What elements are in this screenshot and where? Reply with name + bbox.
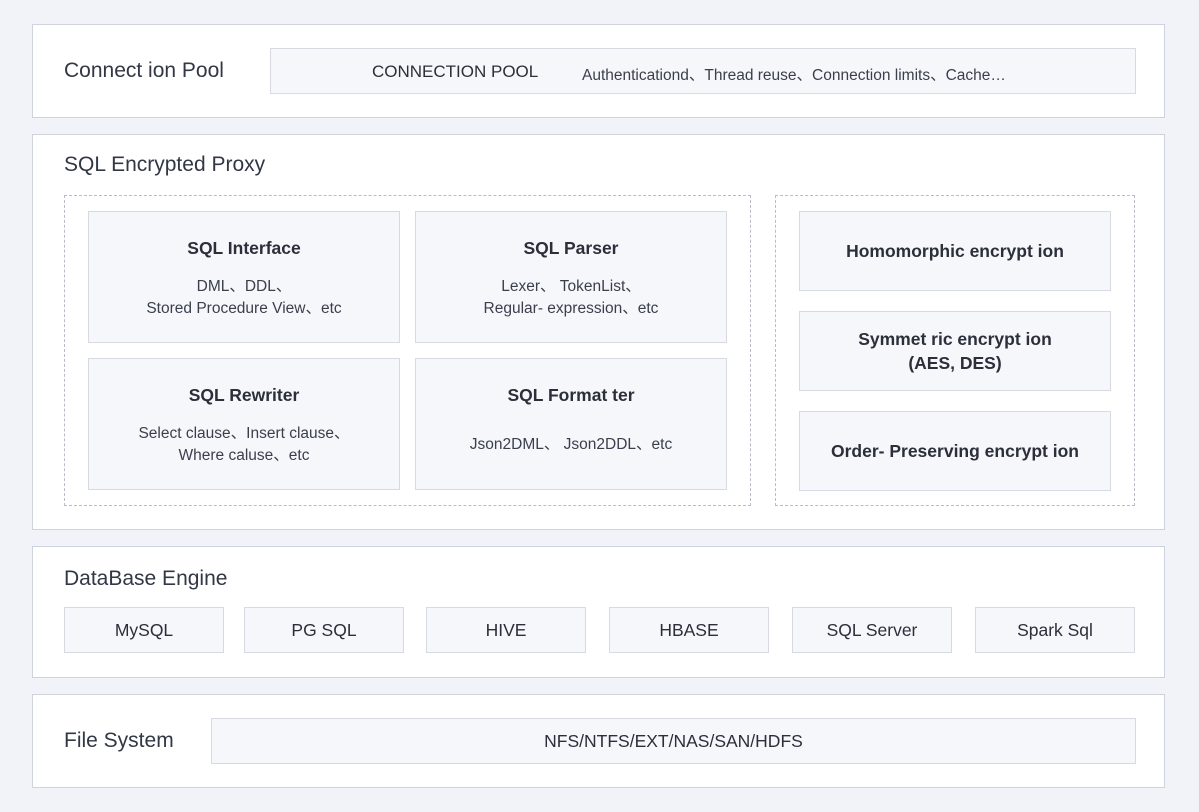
sql-formatter-module: SQL Format ter Json2DML、 Json2DDL、etc <box>415 358 727 490</box>
module-description: Select clause、Insert clause、 Where calus… <box>89 423 399 467</box>
module-desc-line: Lexer、 TokenList、 <box>501 278 641 295</box>
engine-mysql: MySQL <box>64 607 224 653</box>
symmetric-encryption-box: Symmet ric encrypt ion (AES, DES) <box>799 311 1111 391</box>
sql-proxy-layer: SQL Encrypted Proxy SQL Interface DML、DD… <box>32 134 1165 530</box>
module-description: Lexer、 TokenList、 Regular- expression、et… <box>416 276 726 320</box>
module-desc-line: Json2DML、 Json2DDL、etc <box>469 436 673 453</box>
database-engine-title: DataBase Engine <box>64 567 228 590</box>
engine-sql-server: SQL Server <box>792 607 952 653</box>
connection-pool-layer: Connect ion Pool CONNECTION POOL Authent… <box>32 24 1165 118</box>
connection-pool-bar: CONNECTION POOL Authenticationd、Thread r… <box>270 48 1136 94</box>
engine-pgsql: PG SQL <box>244 607 404 653</box>
sql-proxy-title: SQL Encrypted Proxy <box>64 153 266 176</box>
module-title: SQL Parser <box>523 238 619 258</box>
module-description: Json2DML、 Json2DDL、etc <box>416 434 726 456</box>
engine-hbase: HBASE <box>609 607 769 653</box>
sql-rewriter-module: SQL Rewriter Select clause、Insert clause… <box>88 358 400 490</box>
sql-parser-module: SQL Parser Lexer、 TokenList、 Regular- ex… <box>415 211 727 343</box>
module-title: SQL Format ter <box>507 385 635 405</box>
module-desc-line: Stored Procedure View、etc <box>146 300 342 317</box>
module-desc-line: Where caluse、etc <box>178 447 310 464</box>
encryption-label: Symmet ric encrypt ion <box>858 329 1052 349</box>
connection-pool-features: Authenticationd、Thread reuse、Connection … <box>582 67 1006 84</box>
file-system-layer: File System NFS/NTFS/EXT/NAS/SAN/HDFS <box>32 694 1165 788</box>
connection-pool-title: Connect ion Pool <box>64 59 224 82</box>
encryption-label: Order- Preserving encrypt ion <box>831 441 1079 461</box>
module-description: DML、DDL、 Stored Procedure View、etc <box>89 276 399 320</box>
connection-pool-name: CONNECTION POOL <box>372 62 539 81</box>
order-preserving-encryption-box: Order- Preserving encrypt ion <box>799 411 1111 491</box>
homomorphic-encryption-box: Homomorphic encrypt ion <box>799 211 1111 291</box>
module-desc-line: Select clause、Insert clause、 <box>138 425 350 442</box>
database-engine-layer: DataBase Engine MySQL PG SQL HIVE HBASE … <box>32 546 1165 678</box>
module-desc-line: DML、DDL、 <box>196 278 292 295</box>
module-desc-line: Regular- expression、etc <box>483 300 659 317</box>
encryption-sublabel: (AES, DES) <box>908 353 1002 373</box>
module-title: SQL Rewriter <box>188 385 300 405</box>
file-system-bar: NFS/NTFS/EXT/NAS/SAN/HDFS <box>211 718 1136 764</box>
sql-interface-module: SQL Interface DML、DDL、 Stored Procedure … <box>88 211 400 343</box>
engine-spark-sql: Spark Sql <box>975 607 1135 653</box>
module-title: SQL Interface <box>187 238 301 258</box>
encryption-label: Homomorphic encrypt ion <box>846 241 1064 261</box>
engine-hive: HIVE <box>426 607 586 653</box>
file-system-title: File System <box>64 729 174 752</box>
